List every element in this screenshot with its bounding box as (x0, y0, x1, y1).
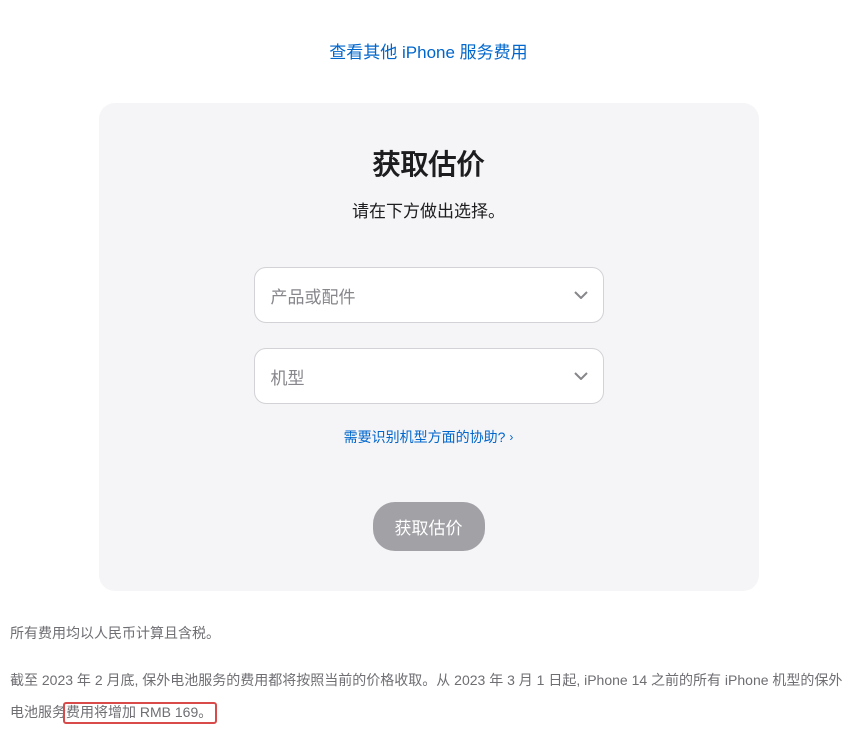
product-select-wrapper: 产品或配件 (254, 267, 604, 323)
card-title: 获取估价 (119, 143, 739, 183)
identify-model-help-link[interactable]: 需要识别机型方面的协助? › (344, 427, 514, 447)
product-select[interactable]: 产品或配件 (254, 267, 604, 323)
highlight-text: 费用将增加 RMB 169。 (66, 704, 212, 720)
chevron-right-icon: › (509, 430, 513, 444)
model-select-placeholder: 机型 (271, 364, 305, 389)
product-select-placeholder: 产品或配件 (271, 283, 356, 308)
footer: 所有费用均以人民币计算且含税。 截至 2023 年 2 月底, 保外电池服务的费… (0, 611, 857, 729)
top-link-container: 查看其他 iPhone 服务费用 (0, 0, 857, 83)
price-increase-highlight: 费用将增加 RMB 169。 (66, 704, 212, 720)
view-other-services-link[interactable]: 查看其他 iPhone 服务费用 (329, 43, 527, 62)
model-select-wrapper: 机型 (254, 348, 604, 404)
footer-price-notice: 截至 2023 年 2 月底, 保外电池服务的费用都将按照当前的价格收取。从 2… (10, 664, 847, 728)
help-link-label: 需要识别机型方面的协助? (344, 427, 506, 447)
estimate-card: 获取估价 请在下方做出选择。 产品或配件 机型 需要识别机型方面的协助? › 获… (99, 103, 759, 591)
get-estimate-button[interactable]: 获取估价 (373, 502, 485, 551)
model-select[interactable]: 机型 (254, 348, 604, 404)
card-subtitle: 请在下方做出选择。 (119, 197, 739, 222)
footer-tax-note: 所有费用均以人民币计算且含税。 (10, 621, 847, 646)
